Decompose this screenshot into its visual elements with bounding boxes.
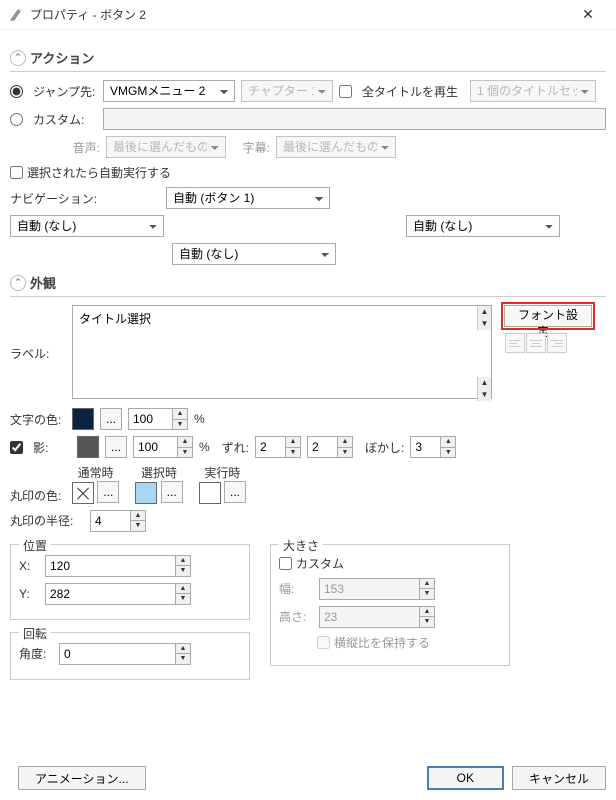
section-action-heading[interactable]: ⌃ アクション (10, 48, 606, 67)
exec-color-picker-button[interactable]: ... (224, 481, 246, 503)
titlebar: プロパティ - ボタン 2 ✕ (0, 0, 616, 30)
animation-button[interactable]: アニメーション... (18, 766, 146, 790)
normal-color-swatch[interactable] (72, 482, 94, 504)
auto-exec-label: 選択されたら自動実行する (27, 164, 171, 181)
size-group: 大きさ カスタム 幅: ▲▼ 高さ: ▲▼ 横縦比を保持する (270, 544, 510, 666)
section-action-label: アクション (30, 48, 94, 67)
radius-label: 丸印の半径: (10, 512, 84, 529)
cancel-button[interactable]: キャンセル (512, 766, 606, 790)
align-right-button[interactable] (547, 333, 567, 353)
jump-label: ジャンプ先: (33, 83, 97, 100)
custom-input (103, 108, 606, 130)
height-label: 高さ: (279, 608, 313, 625)
text-color-swatch[interactable] (72, 408, 94, 430)
percent-label: % (194, 412, 205, 426)
text-color-picker-button[interactable]: ... (100, 408, 122, 430)
auto-exec-checkbox[interactable] (10, 166, 23, 179)
chevron-up-icon: ⌃ (10, 275, 26, 291)
shadow-checkbox[interactable] (10, 441, 23, 454)
circle-color-label: 丸印の色: (10, 487, 66, 504)
selected-label: 選択時 (135, 464, 182, 481)
y-spinner[interactable]: ▲▼ (45, 583, 241, 605)
chapter-select: チャプター 1 (241, 80, 333, 102)
width-label: 幅: (279, 580, 313, 597)
shadow-opacity-spinner[interactable]: ▲▼ (133, 436, 193, 458)
exec-label: 実行時 (199, 464, 246, 481)
x-label: X: (19, 559, 39, 573)
play-all-checkbox[interactable] (339, 85, 352, 98)
shift-label: ずれ: (222, 439, 249, 456)
text-color-label: 文字の色: (10, 411, 66, 428)
blur-label: ぼかし: (365, 439, 404, 456)
spin-up-icon[interactable]: ▲ (477, 306, 491, 318)
selected-color-swatch[interactable] (135, 482, 157, 504)
nav-left-select[interactable]: 自動 (なし) (10, 215, 164, 237)
nav-bottom-select[interactable]: 自動 (なし) (172, 243, 336, 265)
radio-custom[interactable] (10, 113, 23, 126)
ok-button[interactable]: OK (427, 766, 504, 790)
position-group: 位置 X: ▲▼ Y: ▲▼ (10, 544, 250, 620)
shadow-label: 影: (33, 439, 71, 456)
percent-label: % (199, 440, 210, 454)
custom-label: カスタム: (33, 111, 97, 128)
radius-spinner[interactable]: ▲▼ (90, 510, 146, 532)
text-opacity-spinner[interactable]: ▲▼ (128, 408, 188, 430)
section-appearance-label: 外観 (30, 273, 56, 292)
align-left-button[interactable] (505, 333, 525, 353)
window-title: プロパティ - ボタン 2 (30, 6, 568, 23)
nav-center-select[interactable]: 自動 (ボタン 1) (166, 187, 330, 209)
size-group-title: 大きさ (279, 537, 323, 554)
app-icon (8, 7, 24, 23)
spin-up-icon[interactable]: ▲ (477, 377, 491, 389)
rotation-group-title: 回転 (19, 625, 51, 642)
shadow-color-swatch[interactable] (77, 436, 99, 458)
blur-spinner[interactable]: ▲▼ (410, 436, 456, 458)
angle-label: 角度: (19, 645, 53, 662)
play-all-label: 全タイトルを再生 (362, 83, 458, 100)
font-settings-button[interactable]: フォント設定... (504, 305, 592, 327)
x-spinner[interactable]: ▲▼ (45, 555, 241, 577)
align-center-button[interactable] (526, 333, 546, 353)
title-set-select: 1 個のタイトルセット (470, 80, 596, 102)
chevron-up-icon: ⌃ (10, 50, 26, 66)
audio-label: 音声: (70, 139, 100, 156)
subtitle-select: 最後に選んだもの (276, 136, 396, 158)
size-custom-checkbox[interactable] (279, 557, 292, 570)
y-label: Y: (19, 587, 39, 601)
nav-label: ナビゲーション: (10, 190, 160, 207)
spin-down-icon[interactable]: ▼ (477, 389, 491, 401)
normal-color-picker-button[interactable]: ... (97, 481, 119, 503)
jump-target-select[interactable]: VMGMメニュー 2 (103, 80, 235, 102)
keep-ratio-label: 横縦比を保持する (334, 634, 430, 651)
close-icon[interactable]: ✕ (568, 6, 608, 23)
nav-right-select[interactable]: 自動 (なし) (406, 215, 560, 237)
audio-select: 最後に選んだもの (106, 136, 226, 158)
shift-y-spinner[interactable]: ▲▼ (307, 436, 353, 458)
position-group-title: 位置 (19, 537, 51, 554)
radio-jump[interactable] (10, 85, 23, 98)
subtitle-label: 字幕: (240, 139, 270, 156)
label-textarea[interactable] (72, 305, 492, 399)
label-textarea-wrap: ▲▼ ▲▼ (72, 305, 492, 402)
size-custom-label: カスタム (296, 555, 344, 572)
rotation-group: 回転 角度: ▲▼ (10, 632, 250, 680)
spin-down-icon[interactable]: ▼ (477, 318, 491, 330)
width-spinner: ▲▼ (319, 578, 435, 600)
exec-color-swatch[interactable] (199, 482, 221, 504)
keep-ratio-checkbox (317, 636, 330, 649)
selected-color-picker-button[interactable]: ... (161, 481, 183, 503)
section-appearance-heading[interactable]: ⌃ 外観 (10, 273, 606, 292)
shadow-color-picker-button[interactable]: ... (105, 436, 127, 458)
angle-spinner[interactable]: ▲▼ (59, 643, 241, 665)
shift-x-spinner[interactable]: ▲▼ (255, 436, 301, 458)
normal-label: 通常時 (72, 464, 119, 481)
height-spinner: ▲▼ (319, 606, 435, 628)
label-label: ラベル: (10, 305, 66, 362)
